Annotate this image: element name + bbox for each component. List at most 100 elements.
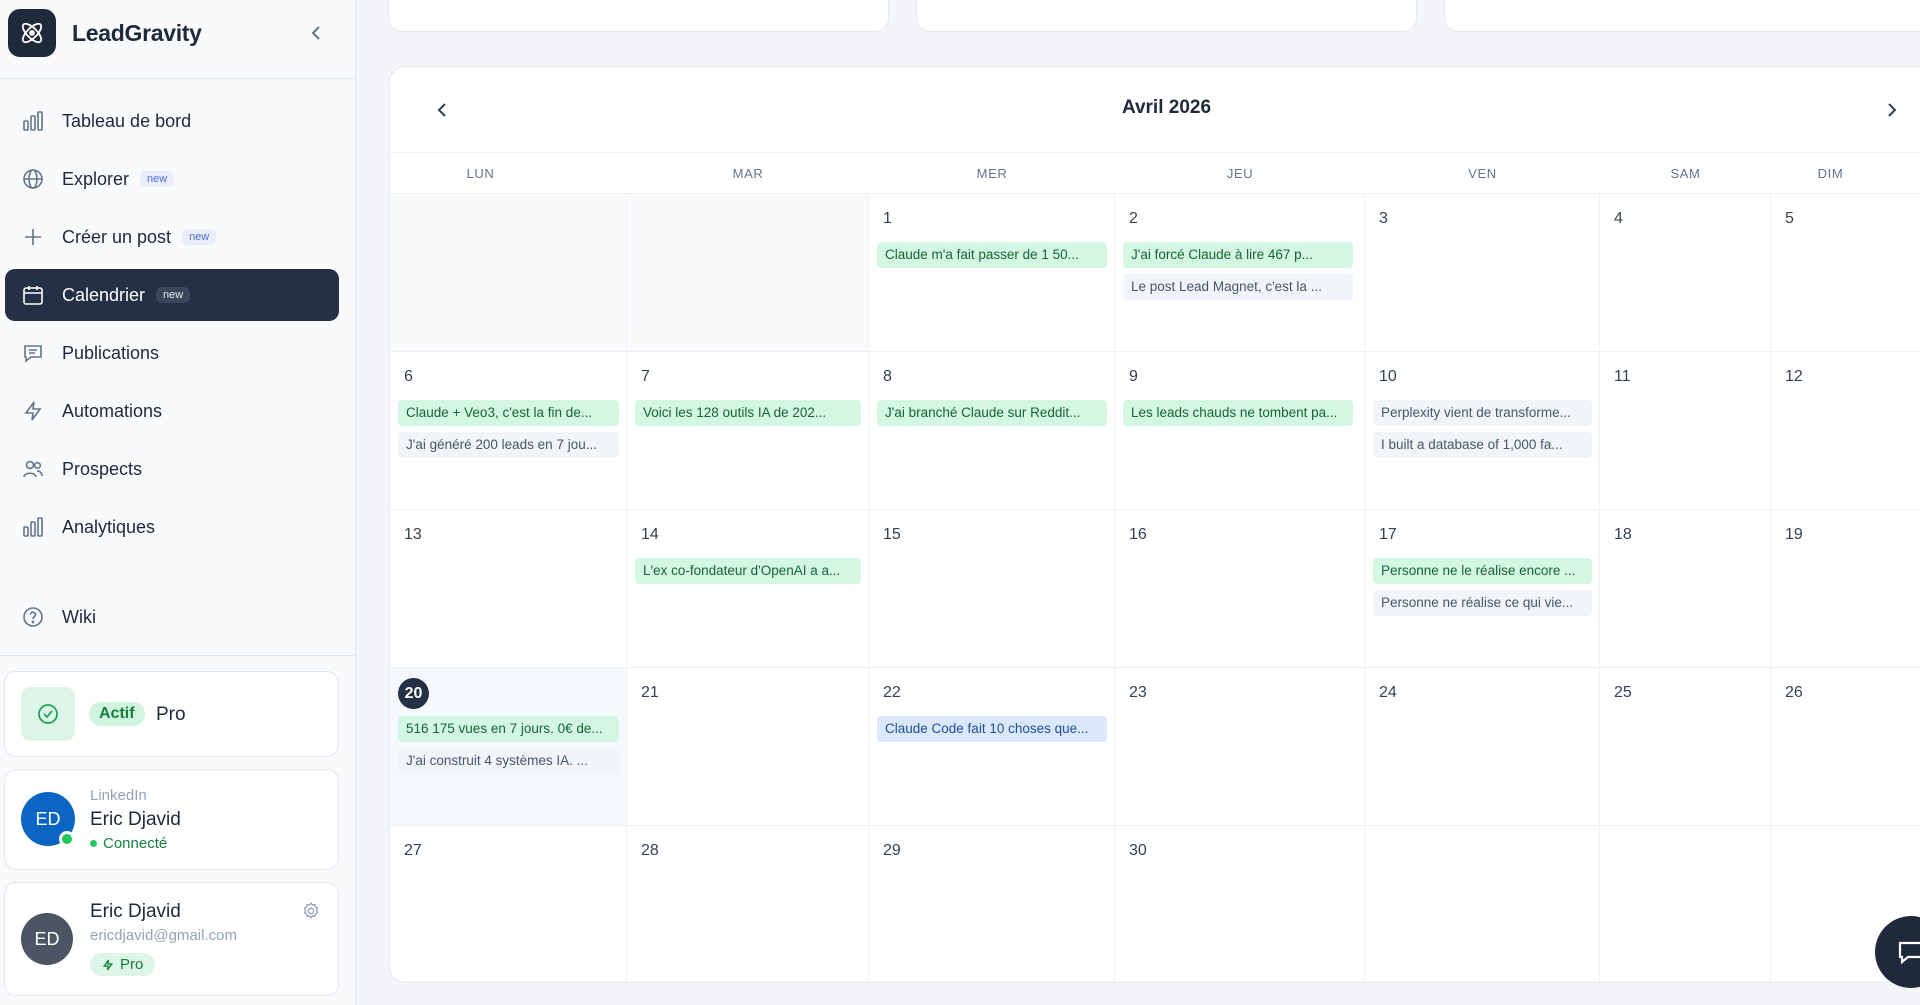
gear-icon — [303, 902, 319, 919]
sidebar-item-label: Publications — [62, 342, 160, 363]
calendar-day-cell[interactable]: 26 — [1771, 668, 1920, 826]
calendar-day-cell[interactable]: 5 — [1771, 194, 1920, 352]
sidebar-item-dashboard[interactable]: Tableau de bord — [5, 95, 339, 147]
calendar-day-cell[interactable]: 10 Perplexity vient de transforme... I bui… — [1365, 352, 1600, 510]
calendar-day-cell[interactable]: 14 L'ex co-fondateur d'OpenAI a a... — [627, 510, 869, 668]
calendar-day-cell[interactable]: 23 — [1115, 668, 1365, 826]
calendar-event[interactable]: Le post Lead Magnet, c'est la ... — [1123, 274, 1353, 300]
calendar-day-cell[interactable]: 13 — [390, 510, 627, 668]
settings-button[interactable] — [301, 901, 323, 923]
sidebar-item-label: Prospects — [62, 458, 143, 479]
calendar-day-cell[interactable]: 24 — [1365, 668, 1600, 826]
plan-name: Pro — [156, 704, 186, 725]
calendar-day-cell[interactable]: 8 J'ai branché Claude sur Reddit... — [869, 352, 1115, 510]
calendar-event[interactable]: I built a database of 1,000 fa... — [1373, 432, 1592, 458]
calendar-day-cell[interactable]: 12 — [1771, 352, 1920, 510]
calendar-day-cell[interactable]: 20 516 175 vues en 7 jours. 0€ de... J'ai … — [390, 668, 627, 826]
calendar-event[interactable]: L'ex co-fondateur d'OpenAI a a... — [635, 558, 861, 584]
calendar-day-cell[interactable]: 3 — [1365, 194, 1600, 352]
calendar-day-cell — [1600, 826, 1771, 982]
calendar-day-cell[interactable]: 25 — [1600, 668, 1771, 826]
message-square-icon — [21, 341, 45, 365]
user-plan-badge: Pro — [90, 953, 156, 976]
calendar-day-cell[interactable]: 9 Les leads chauds ne tombent pa... — [1115, 352, 1365, 510]
day-number: 9 — [1129, 368, 1138, 385]
sidebar-item-label: Explorer — [62, 168, 130, 189]
calendar-event[interactable]: Personne ne réalise ce qui vie... — [1373, 590, 1592, 616]
sidebar-item-calendar[interactable]: Calendrier new — [5, 269, 339, 321]
calendar-day-cell[interactable]: 2 J'ai forcé Claude à lire 467 p... Le pos… — [1115, 194, 1365, 352]
brand[interactable]: LeadGravity — [8, 8, 348, 58]
chevron-right-icon — [1888, 103, 1897, 117]
calendar-day-cell[interactable]: 11 — [1600, 352, 1771, 510]
sidebar-item-label: Analytiques — [62, 516, 156, 537]
calendar-day-cell[interactable]: 4 — [1600, 194, 1771, 352]
calendar-month-title: Avril 2026 — [1121, 97, 1212, 118]
calendar-event[interactable]: Claude + Veo3, c'est la fin de... — [398, 400, 619, 426]
day-number: 26 — [1785, 684, 1803, 701]
chat-icon — [1898, 941, 1920, 965]
weekday-label: DIM — [1817, 166, 1844, 181]
linkedin-account-card[interactable]: ED LinkedIn Eric Djavid Connecté — [4, 769, 339, 870]
calendar-header: Avril 2026 — [390, 67, 1920, 153]
calendar-day-cell[interactable]: 15 — [869, 510, 1115, 668]
linkedin-label: LinkedIn — [90, 787, 147, 804]
calendar-event[interactable]: J'ai forcé Claude à lire 467 p... — [1123, 242, 1353, 268]
calendar-event[interactable]: Perplexity vient de transforme... — [1373, 400, 1592, 426]
sidebar-item-explore[interactable]: Explorer new — [5, 153, 339, 205]
day-number: 11 — [1614, 368, 1631, 385]
calendar-day-cell[interactable]: 29 — [869, 826, 1115, 982]
calendar-day-cell[interactable]: 21 — [627, 668, 869, 826]
calendar-event[interactable]: Claude m'a fait passer de 1 50... — [877, 242, 1107, 268]
calendar-day-cell[interactable]: 1 Claude m'a fait passer de 1 50... — [869, 194, 1115, 352]
day-number: 24 — [1379, 684, 1397, 701]
calendar-day-cell[interactable]: 28 — [627, 826, 869, 982]
calendar-event[interactable]: J'ai généré 200 leads en 7 jou... — [398, 432, 619, 458]
calendar-event[interactable]: J'ai construit 4 systèmes IA. ... — [398, 748, 619, 774]
day-number: 28 — [641, 842, 659, 859]
calendar-day-cell[interactable]: 16 — [1115, 510, 1365, 668]
plan-card[interactable]: Actif Pro — [4, 671, 339, 757]
linkedin-user-name: Eric Djavid — [90, 809, 181, 830]
plus-icon — [21, 225, 45, 249]
weekday-label: MAR — [732, 166, 764, 181]
lightning-icon — [21, 399, 45, 423]
calendar-event[interactable]: Claude Code fait 10 choses que... — [877, 716, 1107, 742]
help-circle-icon — [21, 605, 45, 629]
sidebar-item-wiki[interactable]: Wiki — [5, 591, 339, 643]
avatar-initials: ED — [34, 928, 60, 949]
calendar-day-cell[interactable]: 18 — [1600, 510, 1771, 668]
day-number: 14 — [641, 526, 659, 543]
calendar-day-cell[interactable]: 27 — [390, 826, 627, 982]
weekday-label: JEU — [1226, 166, 1254, 181]
day-number: 22 — [883, 684, 901, 701]
user-email: ericdjavid@gmail.com — [90, 927, 237, 944]
calendar-event[interactable]: 516 175 vues en 7 jours. 0€ de... — [398, 716, 619, 742]
calendar-event[interactable]: Personne ne le réalise encore ... — [1373, 558, 1592, 584]
lightning-icon — [102, 959, 114, 970]
calendar-day-cell[interactable]: 7 Voici les 128 outils IA de 202... — [627, 352, 869, 510]
sidebar-item-automations[interactable]: Automations — [5, 385, 339, 437]
calendar-card: Avril 2026 LUN MAR MER JEU VEN SAM DIM 1 Claude… — [389, 66, 1920, 983]
calendar-event[interactable]: Les leads chauds ne tombent pa... — [1123, 400, 1353, 426]
calendar-day-cell — [390, 194, 627, 352]
calendar-day-cell[interactable]: 22 Claude Code fait 10 choses que... — [869, 668, 1115, 826]
calendar-day-cell[interactable]: 17 Personne ne le réalise encore ... Perso… — [1365, 510, 1600, 668]
collapse-sidebar-button[interactable] — [303, 20, 329, 46]
calendar-day-cell[interactable]: 19 — [1771, 510, 1920, 668]
bar-chart-icon — [21, 515, 45, 539]
day-number: 3 — [1379, 210, 1388, 227]
calendar-event[interactable]: J'ai branché Claude sur Reddit... — [877, 400, 1107, 426]
sidebar-item-analytics[interactable]: Analytiques — [5, 501, 339, 553]
day-number: 15 — [883, 526, 901, 543]
sidebar-item-prospects[interactable]: Prospects — [5, 443, 339, 495]
calendar-day-cell[interactable]: 30 — [1115, 826, 1365, 982]
calendar-day-cell[interactable]: 6 Claude + Veo3, c'est la fin de... J'ai g… — [390, 352, 627, 510]
sidebar-item-publications[interactable]: Publications — [5, 327, 339, 379]
next-month-button[interactable] — [1875, 93, 1909, 127]
user-profile-card[interactable]: ED Eric Djavid ericdjavid@gmail.com Pro — [4, 882, 339, 996]
sidebar-item-create-post[interactable]: Créer un post new — [5, 211, 339, 263]
calendar-event[interactable]: Voici les 128 outils IA de 202... — [635, 400, 861, 426]
users-icon — [21, 457, 45, 481]
sidebar-item-label: Automations — [62, 400, 163, 421]
